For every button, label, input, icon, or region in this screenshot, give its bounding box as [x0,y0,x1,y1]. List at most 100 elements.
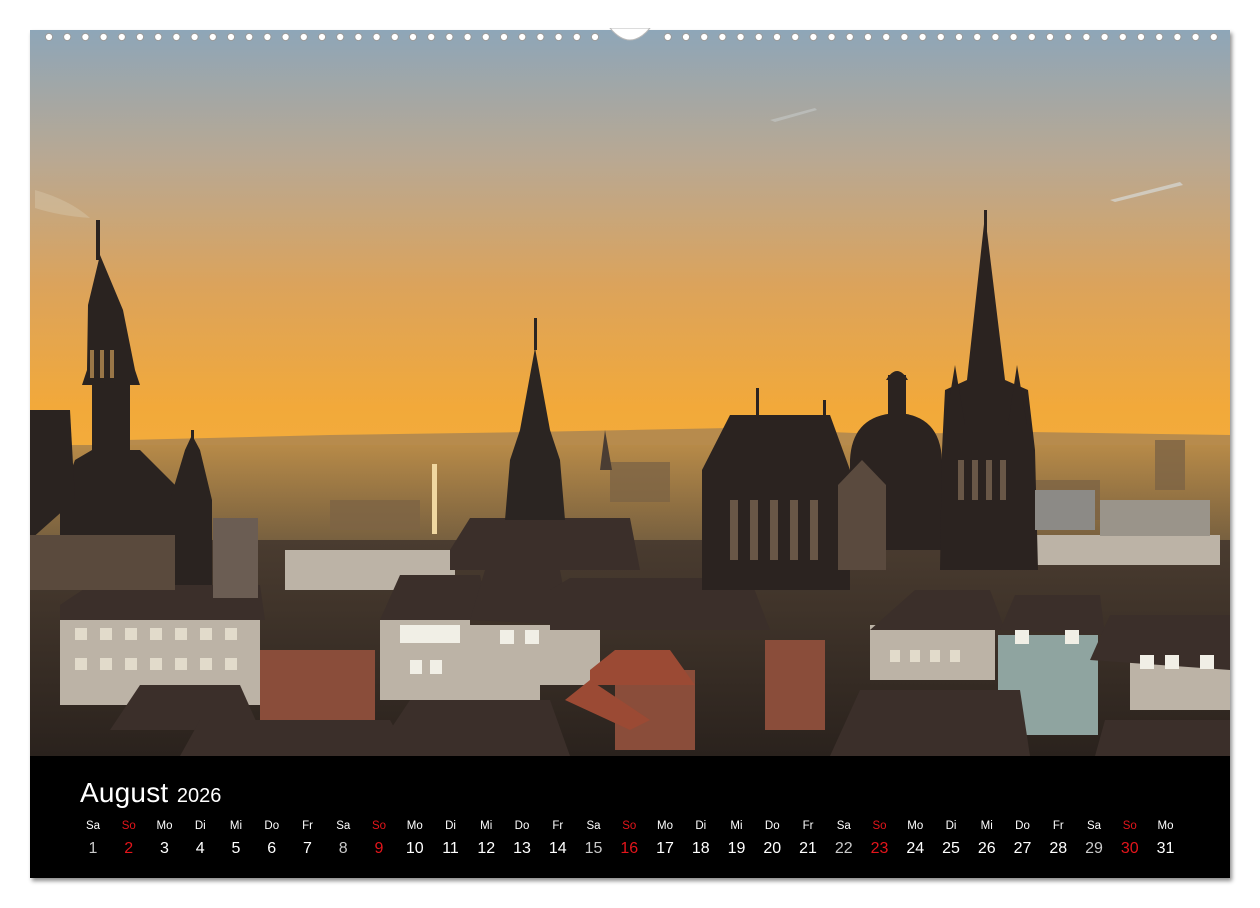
weekday-label: Mi [229,820,243,832]
date-number: 26 [977,840,996,857]
year-label: 2026 [176,785,222,807]
date-number: 3 [160,840,169,857]
date-number: 22 [834,840,853,857]
binding-ring [463,32,472,42]
binding-ring [317,32,327,42]
weekday-label: Fr [802,820,814,832]
binding-ring [772,32,782,42]
date-number: 16 [620,840,639,857]
binding-ring [299,32,308,42]
weekday-label: Do [764,820,780,832]
calendar-title: August 2026 [80,779,221,807]
date-number: 30 [1120,840,1139,857]
binding-ring [791,32,800,42]
weekday-label: Fr [552,820,564,832]
weekday-label: Mo [406,820,423,832]
binding-ring [1209,32,1218,42]
date-number: 19 [727,840,746,857]
binding-ring [408,32,418,42]
binding-ring [572,32,581,42]
weekday-label: Di [194,820,206,832]
calendar-sheet: August 2026 Sa 1 So 2 Mo 3 Di 4 Mi 5 Do 6 Fr 7 Sa 8 So 9 M… [30,30,1230,878]
binding-ring [736,32,745,42]
date-number: 7 [303,840,312,857]
weekday-label: Mi [980,820,993,832]
date-number: 31 [1156,840,1175,857]
weekday-label: So [622,820,637,832]
binding-ring [882,32,891,42]
binding-ring [154,32,163,42]
binding-ring [1045,32,1055,42]
date-number: 4 [195,840,205,857]
date-number: 6 [267,840,277,857]
weekday-label: Sa [586,820,601,832]
date-number: 24 [906,840,925,857]
binding-ring [117,32,126,42]
binding-ring [390,32,399,42]
weekday-label: Do [264,820,280,832]
binding-ring [1082,32,1091,42]
binding-ring [172,32,181,42]
date-number: 15 [584,840,603,857]
weekday-label: Do [514,820,530,832]
binding-ring [481,32,490,42]
binding-ring [900,32,909,42]
binding-ring [245,32,254,42]
weekday-label: Mo [907,820,924,832]
binding-ring [1173,32,1182,42]
binding-ring [863,32,873,42]
binding-ring [44,32,54,42]
binding-ring [427,32,436,42]
binding-ring [499,32,509,42]
date-number: 11 [442,840,459,857]
date-number: 20 [763,840,782,857]
date-number: 21 [799,840,817,857]
binding-ring [954,32,964,42]
binding-ring [226,32,236,42]
weekday-label: Sa [836,820,851,832]
binding-ring [827,32,836,42]
binding-ring [208,32,217,42]
weekday-label: Fr [1052,820,1064,832]
binding-ring [63,32,72,42]
binding-ring [1136,32,1146,42]
date-number: 1 [88,840,98,857]
date-number: 17 [656,840,674,857]
date-number: 25 [942,840,960,857]
weekday-label: Mo [657,820,673,832]
weekday-label: Fr [302,820,313,832]
date-number: 23 [870,840,889,857]
weekday-label: Mo [156,820,173,832]
binding-ring [590,32,600,42]
binding-ring [190,32,199,42]
binding-ring [99,32,108,42]
weekday-label: So [872,820,887,832]
date-number: 13 [513,840,531,857]
weekday-label: So [1122,820,1137,832]
binding-ring [336,32,345,42]
date-number: 14 [548,840,567,857]
binding-ring [718,32,727,42]
binding-ring [1155,32,1164,42]
binding-ring [1064,32,1073,42]
weekday-label: Di [945,820,957,832]
binding-ring [372,32,381,42]
binding-ring [754,32,763,42]
weekday-label: Do [1015,820,1030,832]
calendar-page: August 2026 Sa 1 So 2 Mo 3 Di 4 Mi 5 Do 6 Fr 7 Sa 8 So 9 M… [0,0,1260,908]
binding-ring [1027,32,1036,42]
date-number: 5 [231,840,241,857]
binding-ring [1118,32,1127,42]
date-number: 18 [691,840,710,857]
weekday-label: Sa [336,820,351,832]
calendar-strip: August 2026 Sa 1 So 2 Mo 3 Di 4 Mi 5 Do 6 Fr 7 Sa 8 So 9 M… [30,756,1230,878]
binding-ring [81,32,90,42]
binding-ring [1100,32,1109,42]
weekday-label: So [121,820,136,832]
date-number: 27 [1013,840,1032,857]
binding-ring [991,32,1000,42]
weekday-label: Sa [1086,820,1102,832]
date-number: 2 [124,840,134,857]
binding-ring [554,32,563,42]
binding-ring [281,32,290,42]
